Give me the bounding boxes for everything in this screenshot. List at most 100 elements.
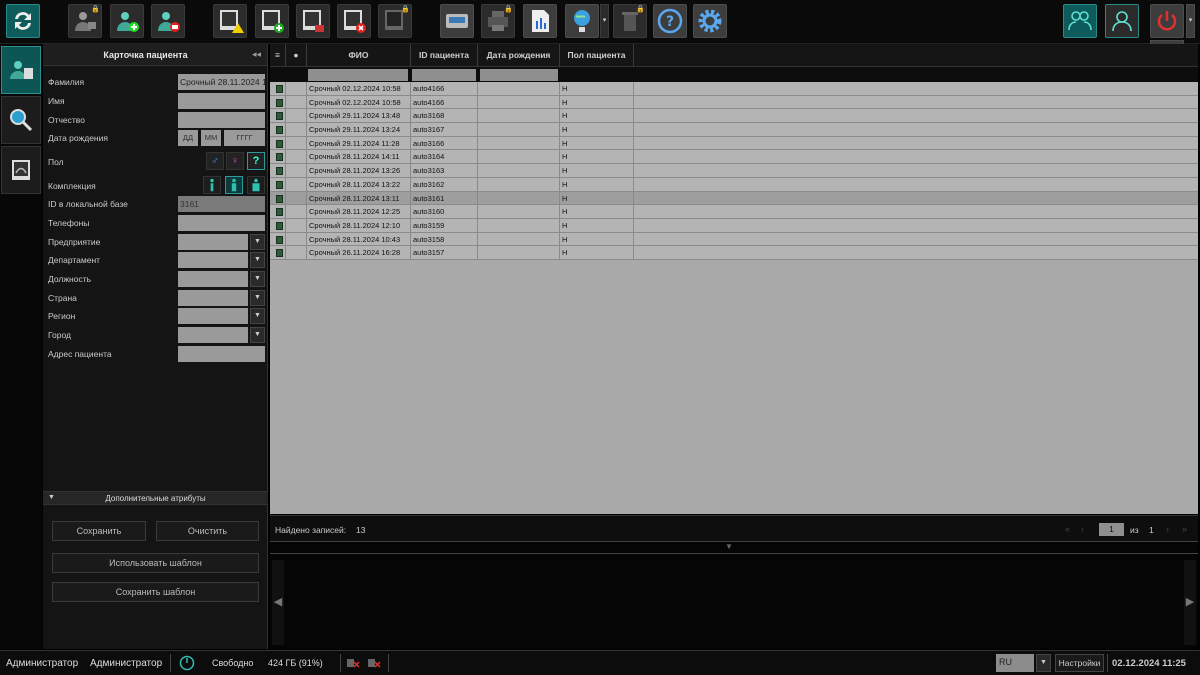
row-id-cell[interactable]: auto3159 <box>411 218 478 233</box>
row-id-cell[interactable]: auto3163 <box>411 164 478 178</box>
table-row[interactable]: Срочный 29.11.2024 13:48 auto3168 Н <box>270 109 1198 124</box>
column-sex-header[interactable]: Пол пациента <box>560 44 634 67</box>
department-select[interactable] <box>178 252 248 268</box>
row-dob-cell[interactable] <box>478 150 560 165</box>
firstname-input[interactable] <box>178 93 265 109</box>
row-fio-cell[interactable]: Срочный 28.11.2024 12:25 <box>307 205 411 219</box>
row-sex-cell[interactable]: Н <box>560 246 634 260</box>
region-dropdown-icon[interactable]: ▼ <box>250 308 265 324</box>
preview-splitter[interactable]: ▼ <box>270 541 1198 554</box>
row-dob-cell[interactable] <box>478 95 560 110</box>
settings-gear-button[interactable] <box>693 4 727 38</box>
table-row[interactable]: Срочный 26.11.2024 16:28 auto3157 Н <box>270 246 1198 260</box>
row-menu-cell[interactable] <box>270 123 286 137</box>
table-row[interactable]: Срочный 02.12.2024 10:58 auto4166 Н <box>270 82 1198 96</box>
row-menu-cell[interactable] <box>270 232 286 247</box>
language-select[interactable]: RU <box>996 654 1034 672</box>
page-number-input[interactable]: 1 <box>1099 523 1124 536</box>
phones-input[interactable] <box>178 215 265 231</box>
row-menu-cell[interactable] <box>270 95 286 110</box>
row-id-cell[interactable]: auto3164 <box>411 150 478 165</box>
birth-day-input[interactable]: ДД <box>178 130 198 146</box>
row-sex-cell[interactable]: Н <box>560 123 634 137</box>
row-menu-cell[interactable] <box>270 205 286 219</box>
xray-export-button[interactable] <box>296 4 330 38</box>
save-template-button[interactable]: Сохранить шаблон <box>52 582 259 602</box>
power-dropdown-button[interactable]: ▾ <box>1186 4 1195 38</box>
row-sex-cell[interactable]: Н <box>560 164 634 178</box>
row-sex-cell[interactable]: Н <box>560 150 634 165</box>
row-sex-cell[interactable]: Н <box>560 109 634 124</box>
users-button[interactable] <box>1063 4 1097 38</box>
search-tab[interactable] <box>1 96 41 144</box>
xray-add-button[interactable] <box>255 4 289 38</box>
preview-next-button[interactable]: ▶ <box>1184 560 1196 645</box>
row-id-cell[interactable]: auto3168 <box>411 109 478 124</box>
row-id-cell[interactable]: auto3157 <box>411 246 478 260</box>
company-select[interactable] <box>178 234 248 250</box>
language-dropdown-icon[interactable]: ▼ <box>1036 654 1051 672</box>
row-dob-cell[interactable] <box>478 205 560 219</box>
company-dropdown-icon[interactable]: ▼ <box>250 234 265 250</box>
patient-card-tab[interactable] <box>1 46 41 94</box>
preview-prev-button[interactable]: ◀ <box>272 560 284 645</box>
network-dropdown-button[interactable]: ▾ <box>600 4 609 38</box>
row-fio-cell[interactable]: Срочный 28.11.2024 13:11 <box>307 191 411 206</box>
column-dob-header[interactable]: Дата рождения <box>478 44 560 67</box>
table-row[interactable]: Срочный 02.12.2024 10:58 auto4166 Н <box>270 95 1198 110</box>
address-input[interactable] <box>178 346 265 362</box>
row-sex-cell[interactable]: Н <box>560 232 634 247</box>
row-empty-cell[interactable] <box>634 109 1198 123</box>
row-fio-cell[interactable]: Срочный 26.11.2024 16:28 <box>307 246 411 260</box>
row-sex-cell[interactable]: Н <box>560 218 634 233</box>
table-row[interactable]: Срочный 29.11.2024 11:28 auto3166 Н <box>270 136 1198 151</box>
settings-button[interactable]: Настройки <box>1055 654 1104 672</box>
row-dob-cell[interactable] <box>478 246 560 260</box>
city-dropdown-icon[interactable]: ▼ <box>250 327 265 343</box>
row-fio-cell[interactable]: Срочный 02.12.2024 10:58 <box>307 95 411 110</box>
lastname-input[interactable]: Срочный 28.11.2024 13:11 <box>178 74 265 90</box>
row-menu-cell[interactable] <box>270 177 286 192</box>
row-empty-cell[interactable] <box>634 192 1198 206</box>
network-button[interactable] <box>565 4 599 38</box>
country-dropdown-icon[interactable]: ▼ <box>250 290 265 306</box>
table-row[interactable]: Срочный 28.11.2024 12:10 auto3159 Н <box>270 218 1198 233</box>
collapse-panel-icon[interactable]: ◂◂ <box>252 49 261 60</box>
birth-month-input[interactable]: ММ <box>201 130 221 146</box>
table-row[interactable]: Срочный 28.11.2024 13:26 auto3163 Н <box>270 164 1198 178</box>
column-id-header[interactable]: ID пациента <box>411 44 478 67</box>
row-menu-cell[interactable] <box>270 218 286 233</box>
region-select[interactable] <box>178 308 248 324</box>
row-dob-cell[interactable] <box>478 164 560 178</box>
row-dob-cell[interactable] <box>478 218 560 233</box>
prev-page-icon[interactable]: ‹ <box>1081 524 1084 534</box>
xray-lock-button[interactable]: 🔒 <box>378 4 412 38</box>
scanner-button[interactable] <box>440 4 474 38</box>
table-row[interactable]: Срочный 29.11.2024 13:24 auto3167 Н <box>270 123 1198 137</box>
trash-button[interactable]: 🔒 <box>613 4 647 38</box>
help-button[interactable]: ? <box>653 4 687 38</box>
row-dob-cell[interactable] <box>478 136 560 151</box>
column-fio-header[interactable]: ФИО <box>307 44 411 67</box>
next-page-icon[interactable]: › <box>1166 524 1169 534</box>
filter-dob-input[interactable] <box>480 69 558 81</box>
row-id-cell[interactable]: auto3158 <box>411 232 478 247</box>
table-row[interactable]: Срочный 28.11.2024 13:22 auto3162 Н <box>270 177 1198 192</box>
row-id-cell[interactable]: auto3166 <box>411 136 478 151</box>
extra-attributes-toggle[interactable]: ▼ Дополнительные атрибуты <box>43 491 268 505</box>
clear-button[interactable]: Очистить <box>156 521 259 541</box>
country-select[interactable] <box>178 290 248 306</box>
table-row[interactable]: Срочный 28.11.2024 12:25 auto3160 Н <box>270 205 1198 219</box>
row-menu-cell[interactable] <box>270 246 286 260</box>
row-menu-cell[interactable] <box>270 82 286 96</box>
row-fio-cell[interactable]: Срочный 29.11.2024 13:48 <box>307 109 411 124</box>
build-slim-button[interactable] <box>203 176 221 194</box>
row-id-cell[interactable]: auto4166 <box>411 82 478 96</box>
xray-delete-button[interactable] <box>337 4 371 38</box>
row-empty-cell[interactable] <box>634 150 1198 164</box>
row-empty-cell[interactable] <box>634 219 1198 233</box>
row-dob-cell[interactable] <box>478 109 560 124</box>
row-dob-cell[interactable] <box>478 177 560 192</box>
row-menu-cell[interactable] <box>270 150 286 165</box>
table-row[interactable]: Срочный 28.11.2024 10:43 auto3158 Н <box>270 232 1198 247</box>
